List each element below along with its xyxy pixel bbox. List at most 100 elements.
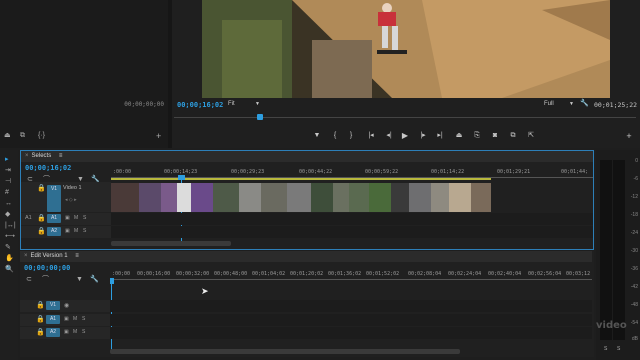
hand-icon[interactable]: ✋ bbox=[5, 255, 14, 263]
program-scrubber[interactable] bbox=[174, 112, 636, 122]
selection-tool-icon[interactable]: ▸ bbox=[5, 156, 9, 164]
lift-icon[interactable]: ⏏ bbox=[454, 131, 464, 141]
record-icon[interactable]: ▣ bbox=[65, 228, 70, 234]
mute-button[interactable]: M bbox=[74, 215, 78, 221]
compare-icon[interactable]: ⧉ bbox=[508, 131, 518, 141]
clip-thumbnail[interactable] bbox=[239, 183, 261, 212]
audio-track-a2[interactable] bbox=[111, 226, 593, 238]
add-button-icon[interactable]: + bbox=[624, 131, 634, 141]
a1-tag[interactable]: A1 bbox=[47, 214, 61, 223]
edit-scrollbar[interactable] bbox=[110, 349, 460, 354]
clip-thumbnail[interactable] bbox=[111, 183, 139, 212]
rate-stretch-icon[interactable]: ↔ bbox=[5, 200, 12, 208]
insert-icon[interactable]: ⧉ bbox=[20, 132, 25, 140]
solo-button[interactable]: S bbox=[83, 228, 86, 234]
fit-dropdown[interactable]: Fit ▼ bbox=[228, 101, 260, 110]
mute-button[interactable]: M bbox=[74, 228, 78, 234]
mark-in-icon[interactable]: { bbox=[330, 131, 340, 141]
lock-icon[interactable]: 🔒 bbox=[36, 329, 45, 337]
export-frame-icon[interactable]: {·} bbox=[38, 132, 45, 140]
clip-thumbnail[interactable] bbox=[213, 183, 239, 212]
slip-icon[interactable]: |↔| bbox=[5, 222, 16, 230]
audio-track-a1[interactable] bbox=[111, 213, 593, 225]
record-icon[interactable]: ▣ bbox=[64, 329, 69, 335]
clip-thumbnail[interactable] bbox=[391, 183, 409, 212]
go-to-out-icon[interactable]: ▸| bbox=[435, 131, 445, 141]
clip-thumbnail[interactable] bbox=[311, 183, 333, 212]
video-track-clips[interactable] bbox=[111, 183, 491, 212]
solo-left-button[interactable]: S bbox=[604, 346, 607, 352]
record-icon[interactable]: ▣ bbox=[65, 215, 70, 221]
ripple-edit-icon[interactable]: ⊣ bbox=[5, 178, 11, 186]
mute-button[interactable]: M bbox=[73, 329, 77, 335]
clip-thumbnail[interactable] bbox=[409, 183, 431, 212]
play-icon[interactable]: ▶ bbox=[400, 131, 410, 141]
wrench-icon[interactable]: 🔧 bbox=[580, 100, 589, 108]
keyframe-nav-icon[interactable]: ◂ ◇ ▸ bbox=[65, 197, 77, 203]
step-back-icon[interactable]: ◂| bbox=[384, 131, 394, 141]
clip-thumbnail[interactable] bbox=[161, 183, 177, 212]
solo-button[interactable]: S bbox=[83, 215, 86, 221]
v1-tag[interactable]: V1 bbox=[46, 301, 60, 310]
edit-ruler[interactable]: :00;00 00;00;16;00 00;00;32;00 00;00;48;… bbox=[110, 269, 592, 283]
tab-edit-version[interactable]: × Edit Version 1 ≡ bbox=[20, 251, 83, 262]
audio-track-a1[interactable] bbox=[110, 314, 592, 326]
a2-tag[interactable]: A2 bbox=[46, 328, 60, 337]
quality-dropdown[interactable]: Full ▼ bbox=[544, 101, 574, 110]
clip-thumbnail[interactable] bbox=[369, 183, 391, 212]
extract-icon[interactable]: ⎘ bbox=[472, 131, 482, 141]
zoom-icon[interactable]: 🔍 bbox=[5, 266, 14, 274]
lift-icon[interactable]: ⏏ bbox=[4, 132, 11, 140]
clip-thumbnail[interactable] bbox=[191, 183, 213, 212]
clip-thumbnail[interactable] bbox=[287, 183, 311, 212]
clip-thumbnail[interactable] bbox=[449, 183, 471, 212]
solo-button[interactable]: S bbox=[82, 329, 85, 335]
lock-icon[interactable]: 🔒 bbox=[37, 185, 46, 193]
clip-thumbnail[interactable] bbox=[333, 183, 349, 212]
playhead-head[interactable] bbox=[178, 175, 185, 180]
track-select-icon[interactable]: ⇥ bbox=[5, 167, 11, 175]
menu-icon[interactable]: ≡ bbox=[75, 253, 79, 259]
audio-track-a2[interactable] bbox=[110, 327, 592, 339]
clip-thumbnail[interactable] bbox=[349, 183, 369, 212]
snap-icon[interactable]: ⊂ bbox=[26, 276, 32, 284]
lock-icon[interactable]: 🔒 bbox=[36, 302, 45, 310]
step-forward-icon[interactable]: |▸ bbox=[418, 131, 428, 141]
linked-icon[interactable]: ⌒ bbox=[42, 276, 49, 284]
solo-right-button[interactable]: S bbox=[617, 346, 620, 352]
mark-out-icon[interactable]: } bbox=[346, 131, 356, 141]
mute-button[interactable]: M bbox=[73, 316, 77, 322]
close-icon[interactable]: × bbox=[24, 253, 28, 259]
lock-icon[interactable]: 🔒 bbox=[37, 215, 46, 223]
clip-thumbnail[interactable] bbox=[471, 183, 491, 212]
add-button-icon[interactable]: + bbox=[156, 132, 161, 141]
close-icon[interactable]: × bbox=[25, 153, 29, 159]
slide-icon[interactable]: ⟷ bbox=[5, 233, 15, 241]
menu-icon[interactable]: ≡ bbox=[59, 153, 63, 159]
go-to-in-icon[interactable]: |◂ bbox=[366, 131, 376, 141]
rolling-edit-icon[interactable]: # bbox=[5, 189, 9, 197]
lock-icon[interactable]: 🔒 bbox=[36, 316, 45, 324]
record-icon[interactable]: ▣ bbox=[64, 316, 69, 322]
clip-thumbnail[interactable] bbox=[177, 183, 191, 212]
selects-timecode[interactable]: 00;00;16;02 bbox=[25, 164, 71, 172]
selects-scrollbar[interactable] bbox=[111, 241, 231, 246]
add-marker-icon[interactable]: ▼ bbox=[76, 276, 83, 284]
playhead-marker[interactable] bbox=[257, 114, 263, 120]
lock-icon[interactable]: 🔒 bbox=[37, 228, 46, 236]
v1-source-tag[interactable]: V1 bbox=[47, 185, 61, 212]
solo-button[interactable]: S bbox=[82, 316, 85, 322]
clip-thumbnail[interactable] bbox=[431, 183, 449, 212]
program-timecode[interactable]: 00;00;16;02 bbox=[177, 101, 223, 109]
edit-timecode[interactable]: 00;00;00;00 bbox=[24, 264, 70, 272]
work-area-bar[interactable] bbox=[111, 178, 491, 180]
clip-thumbnail[interactable] bbox=[261, 183, 287, 212]
pen-icon[interactable]: ✎ bbox=[5, 244, 11, 252]
eye-icon[interactable]: ◉ bbox=[64, 302, 69, 309]
camera-icon[interactable]: ◙ bbox=[490, 131, 500, 141]
marker-icon[interactable]: ▼ bbox=[312, 131, 322, 141]
razor-icon[interactable]: ◆ bbox=[5, 211, 10, 219]
export-icon[interactable]: ⇱ bbox=[526, 131, 536, 141]
a1-tag[interactable]: A1 bbox=[46, 315, 60, 324]
clip-thumbnail[interactable] bbox=[139, 183, 161, 212]
